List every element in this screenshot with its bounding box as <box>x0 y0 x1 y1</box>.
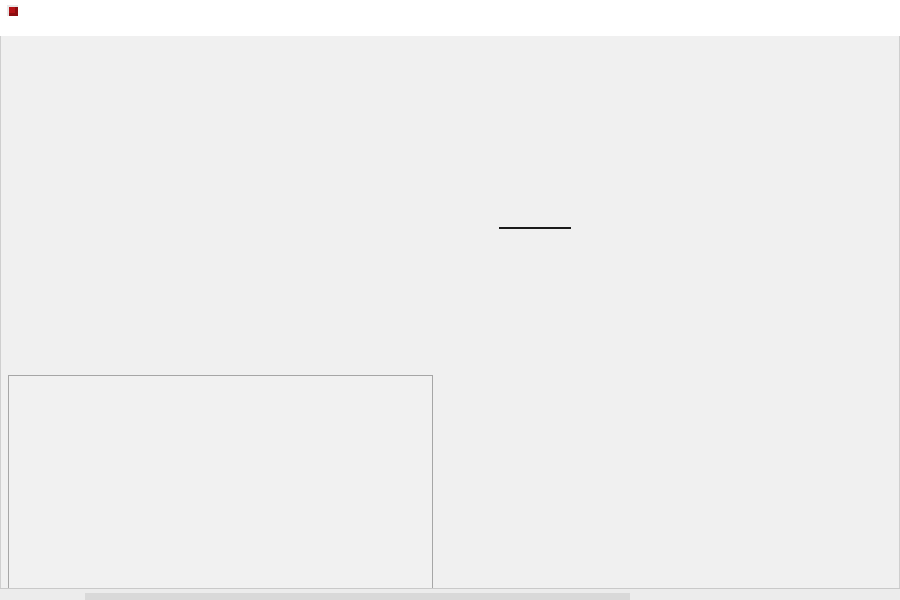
response-plot[interactable] <box>0 0 900 362</box>
windowing-dropdown-list[interactable] <box>499 227 571 229</box>
rephase-window <box>0 0 900 600</box>
filters-tab-page <box>8 375 433 589</box>
footer-decoration <box>85 593 630 600</box>
